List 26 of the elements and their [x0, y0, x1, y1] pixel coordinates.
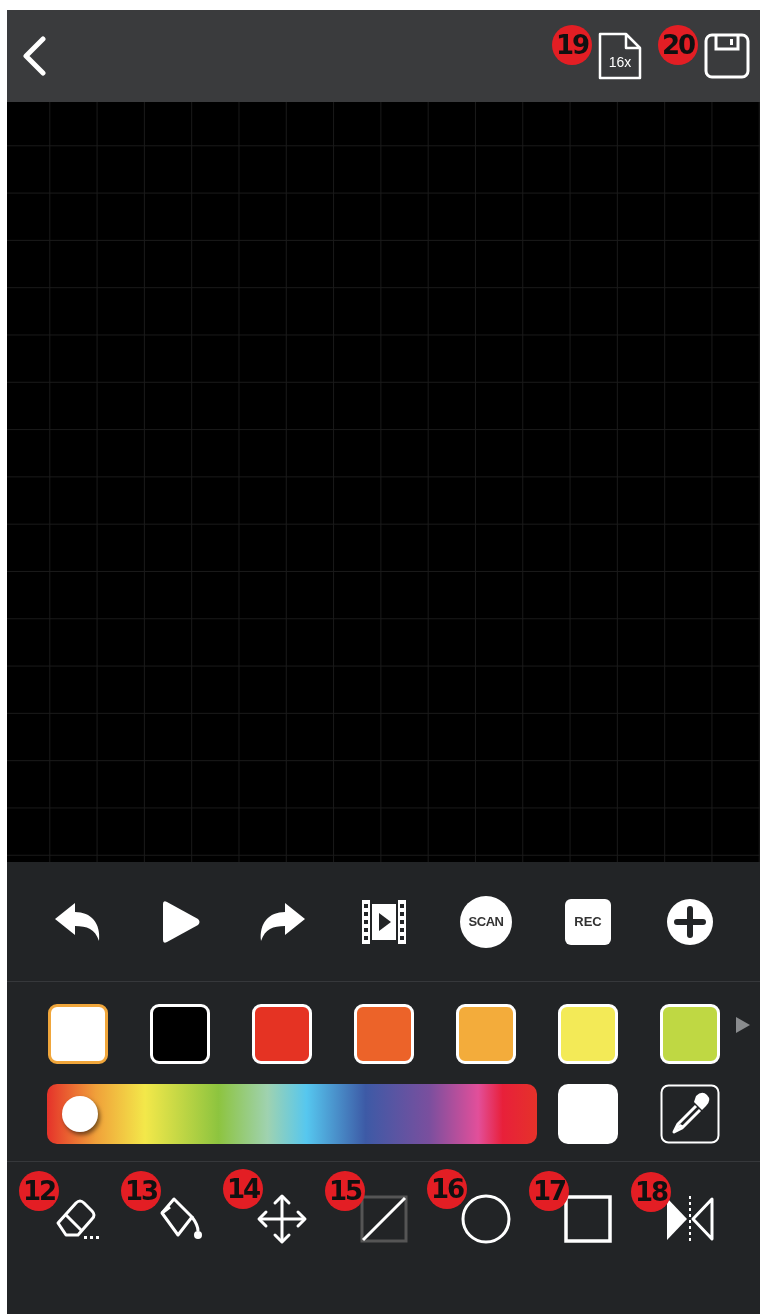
add-frame-button[interactable] [666, 897, 714, 946]
callout-number: 14 [223, 1169, 263, 1209]
callout-number: 16 [427, 1169, 467, 1209]
line-tool[interactable] [360, 1195, 408, 1243]
callout-number: 12 [19, 1171, 59, 1211]
callout-number: 13 [121, 1171, 161, 1211]
callout-number: 18 [631, 1172, 671, 1212]
scan-button[interactable]: SCAN [460, 895, 512, 948]
save-button[interactable] [704, 33, 750, 79]
square-tool-icon [564, 1195, 612, 1243]
callout-number: 19 [552, 25, 592, 65]
line-tool-icon [360, 1195, 408, 1243]
back-button[interactable] [21, 36, 47, 76]
back-icon [21, 36, 47, 76]
save-icon [704, 33, 750, 79]
callout-number: 20 [658, 25, 698, 65]
eyedropper-button[interactable] [660, 1084, 720, 1144]
add-icon [666, 897, 714, 946]
slider-thumb[interactable] [62, 1096, 98, 1132]
color-swatch[interactable] [48, 1003, 108, 1064]
record-button[interactable]: REC [565, 898, 611, 945]
callout-number: 17 [529, 1171, 569, 1211]
hue-slider[interactable] [47, 1084, 537, 1144]
rectangle-tool[interactable] [564, 1195, 612, 1243]
export-size-button[interactable]: 16x [598, 32, 642, 80]
callout-number: 15 [325, 1171, 365, 1211]
